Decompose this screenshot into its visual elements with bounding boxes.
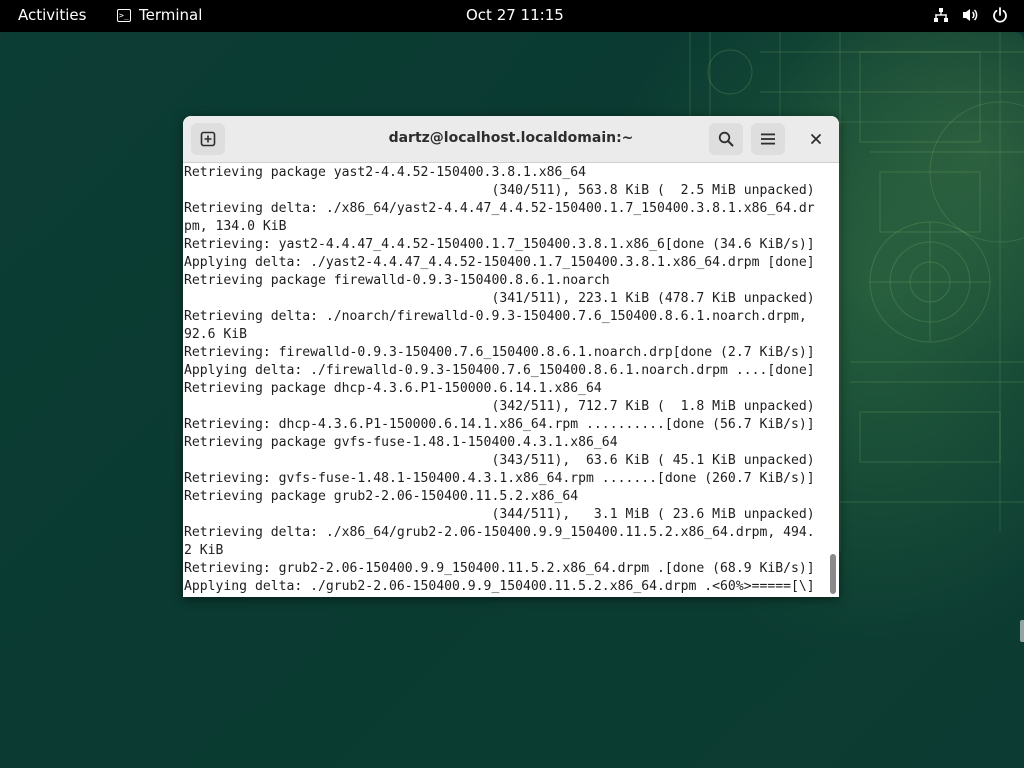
terminal-line: Retrieving delta: ./noarch/firewalld-0.9… bbox=[184, 309, 807, 324]
terminal-line: Retrieving package gvfs-fuse-1.48.1-1504… bbox=[184, 435, 618, 450]
close-icon bbox=[811, 134, 821, 144]
terminal-line: Retrieving: dhcp-4.3.6.P1-150000.6.14.1.… bbox=[184, 417, 815, 432]
terminal-text: Retrieving package yast2-4.4.52-150400.3… bbox=[183, 164, 815, 596]
app-menu[interactable]: >_ Terminal bbox=[117, 6, 202, 24]
terminal-icon: >_ bbox=[117, 8, 131, 22]
window-header-bar[interactable]: dartz@localhost.localdomain:~ bbox=[183, 116, 839, 163]
terminal-line: 2 KiB bbox=[184, 543, 224, 558]
terminal-line: Retrieving: gvfs-fuse-1.48.1-150400.4.3.… bbox=[184, 471, 815, 486]
terminal-line: Retrieving package firewalld-0.9.3-15040… bbox=[184, 273, 610, 288]
terminal-line: (343/511), 63.6 KiB ( 45.1 KiB unpacked) bbox=[184, 453, 815, 468]
network-icon[interactable] bbox=[933, 7, 949, 23]
terminal-line: Retrieving delta: ./x86_64/yast2-4.4.47_… bbox=[184, 201, 815, 216]
scrollbar-thumb[interactable] bbox=[830, 554, 836, 594]
volume-icon[interactable] bbox=[962, 7, 979, 23]
system-tray[interactable] bbox=[933, 7, 1008, 23]
terminal-line: Applying delta: ./yast2-4.4.47_4.4.52-15… bbox=[184, 255, 815, 270]
terminal-line: pm, 134.0 KiB bbox=[184, 219, 287, 234]
activities-button[interactable]: Activities bbox=[18, 6, 86, 24]
terminal-line: (340/511), 563.8 KiB ( 2.5 MiB unpacked) bbox=[184, 183, 815, 198]
terminal-line: (342/511), 712.7 KiB ( 1.8 MiB unpacked) bbox=[184, 399, 815, 414]
terminal-line: Retrieving package yast2-4.4.52-150400.3… bbox=[184, 165, 587, 180]
search-button[interactable] bbox=[709, 123, 743, 155]
terminal-line: 92.6 KiB bbox=[184, 327, 248, 342]
terminal-line: Applying delta: ./grub2-2.06-150400.9.9_… bbox=[184, 579, 815, 594]
search-icon bbox=[718, 131, 734, 147]
terminal-window[interactable]: dartz@localhost.localdomain:~ Retrieving… bbox=[183, 116, 839, 597]
clock[interactable]: Oct 27 11:15 bbox=[466, 6, 564, 24]
terminal-line: (341/511), 223.1 KiB (478.7 KiB unpacked… bbox=[184, 291, 815, 306]
terminal-line: Retrieving: grub2-2.06-150400.9.9_150400… bbox=[184, 561, 815, 576]
top-bar: Activities >_ Terminal Oct 27 11:15 bbox=[0, 0, 1024, 32]
terminal-line: Retrieving: yast2-4.4.47_4.4.52-150400.1… bbox=[184, 237, 815, 252]
workspace-edge-handle[interactable] bbox=[1020, 620, 1024, 642]
terminal-line: (344/511), 3.1 MiB ( 23.6 MiB unpacked) bbox=[184, 507, 815, 522]
terminal-line: Retrieving package dhcp-4.3.6.P1-150000.… bbox=[184, 381, 602, 396]
app-name: Terminal bbox=[139, 6, 203, 24]
terminal-line: Applying delta: ./firewalld-0.9.3-150400… bbox=[184, 363, 815, 378]
terminal-line: Retrieving delta: ./x86_64/grub2-2.06-15… bbox=[184, 525, 815, 540]
power-icon[interactable] bbox=[992, 7, 1008, 23]
menu-button[interactable] bbox=[751, 123, 785, 155]
terminal-output[interactable]: Retrieving package yast2-4.4.52-150400.3… bbox=[183, 163, 839, 597]
terminal-line: Retrieving package grub2-2.06-150400.11.… bbox=[184, 489, 579, 504]
close-button[interactable] bbox=[799, 123, 833, 155]
terminal-line: Retrieving: firewalld-0.9.3-150400.7.6_1… bbox=[184, 345, 815, 360]
hamburger-menu-icon bbox=[761, 133, 775, 145]
